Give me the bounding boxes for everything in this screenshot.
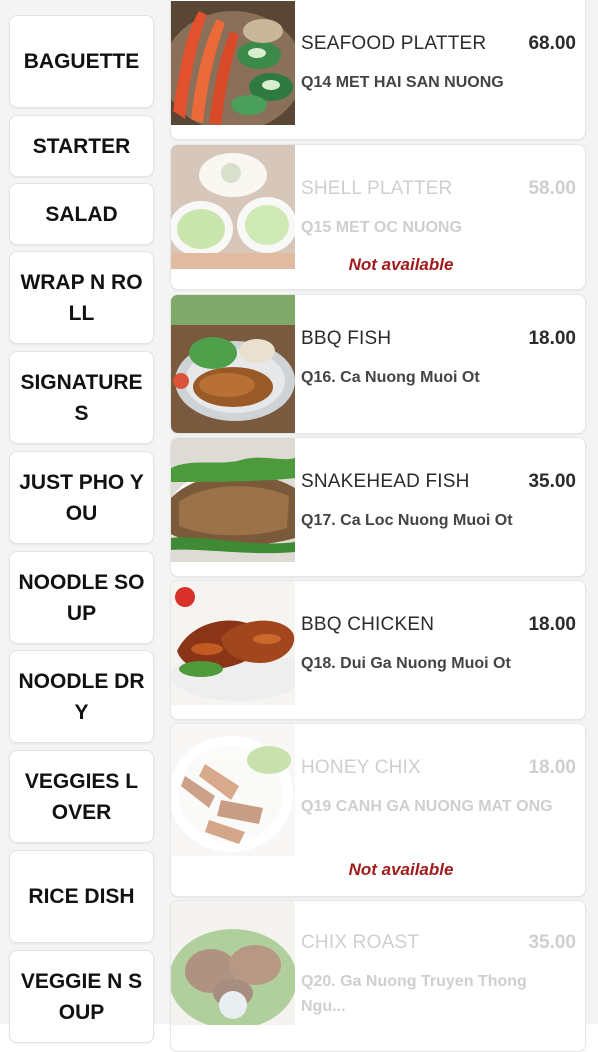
category-baguette[interactable]: BAGUETTE bbox=[9, 15, 154, 108]
item-subtitle: Q16. Ca Nuong Muoi Ot bbox=[301, 369, 480, 386]
menu-item-card[interactable]: BBQ CHICKEN 18.00 Q18. Dui Ga Nuong Muoi… bbox=[170, 580, 586, 720]
menu-item-card[interactable]: SNAKEHEAD FISH 35.00 Q17. Ca Loc Nuong M… bbox=[170, 437, 586, 577]
item-name: SEAFOOD PLATTER bbox=[301, 33, 487, 54]
item-subtitle: Q15 MET OC NUONG bbox=[301, 219, 462, 236]
item-price: 35.00 bbox=[528, 932, 576, 953]
item-name: SNAKEHEAD FISH bbox=[301, 471, 470, 492]
item-name: SHELL PLATTER bbox=[301, 178, 453, 199]
menu-item-card[interactable]: BBQ FISH 18.00 Q16. Ca Nuong Muoi Ot bbox=[170, 294, 586, 434]
category-veggies-lover[interactable]: VEGGIES LOVER bbox=[9, 750, 154, 843]
item-price: 35.00 bbox=[528, 471, 576, 492]
category-salad[interactable]: SALAD bbox=[9, 183, 154, 245]
menu-item-card[interactable]: SEAFOOD PLATTER 68.00 Q14 MET HAI SAN NU… bbox=[170, 0, 586, 140]
category-sidebar: BAGUETTE STARTER SALAD WRAP N ROLL SIGNA… bbox=[0, 0, 165, 1043]
category-just-pho-you[interactable]: JUST PHO YOU bbox=[9, 451, 154, 544]
honey-chix-photo bbox=[171, 724, 295, 856]
item-price: 68.00 bbox=[528, 33, 576, 54]
item-subtitle: Q18. Dui Ga Nuong Muoi Ot bbox=[301, 655, 511, 672]
item-name: HONEY CHIX bbox=[301, 757, 421, 778]
item-subtitle: Q14 MET HAI SAN NUONG bbox=[301, 74, 504, 91]
item-subtitle: Q17. Ca Loc Nuong Muoi Ot bbox=[301, 512, 513, 529]
item-subtitle: Q19 CANH GA NUONG MAT ONG bbox=[301, 798, 553, 815]
item-subtitle: Q20. Ga Nuong Truyen Thong Ngu... bbox=[301, 973, 527, 1015]
category-noodle-soup[interactable]: NOODLE SOUP bbox=[9, 551, 154, 644]
item-name: BBQ CHICKEN bbox=[301, 614, 435, 635]
snakehead-fish-photo bbox=[171, 438, 295, 562]
menu-item-card[interactable]: SHELL PLATTER 58.00 Q15 MET OC NUONG Not… bbox=[170, 144, 586, 290]
item-name: CHIX ROAST bbox=[301, 932, 420, 953]
menu-item-card[interactable]: HONEY CHIX 18.00 Q19 CANH GA NUONG MAT O… bbox=[170, 723, 586, 897]
menu-item-card[interactable]: CHIX ROAST 35.00 Q20. Ga Nuong Truyen Th… bbox=[170, 900, 586, 1052]
item-name: BBQ FISH bbox=[301, 328, 392, 349]
item-price: 18.00 bbox=[528, 328, 576, 349]
chix-roast-photo bbox=[171, 901, 295, 1025]
bbq-chicken-photo bbox=[171, 581, 295, 705]
category-signatures[interactable]: SIGNATURES bbox=[9, 351, 154, 444]
category-rice-dish[interactable]: RICE DISH bbox=[9, 850, 154, 943]
item-price: 58.00 bbox=[528, 178, 576, 199]
bbq-fish-photo bbox=[171, 295, 295, 433]
item-price: 18.00 bbox=[528, 614, 576, 635]
shell-platter-photo bbox=[171, 145, 295, 269]
category-veggie-n-soup[interactable]: VEGGIE N SOUP bbox=[9, 950, 154, 1043]
menu-item-list: SEAFOOD PLATTER 68.00 Q14 MET HAI SAN NU… bbox=[165, 0, 598, 1052]
category-wrap-n-roll[interactable]: WRAP N ROLL bbox=[9, 251, 154, 344]
not-available-label: Not available bbox=[348, 255, 454, 274]
seafood-platter-photo bbox=[171, 1, 295, 125]
not-available-label: Not available bbox=[348, 860, 454, 879]
category-noodle-dry[interactable]: NOODLE DRY bbox=[9, 650, 154, 743]
category-starter[interactable]: STARTER bbox=[9, 115, 154, 177]
item-price: 18.00 bbox=[528, 757, 576, 778]
